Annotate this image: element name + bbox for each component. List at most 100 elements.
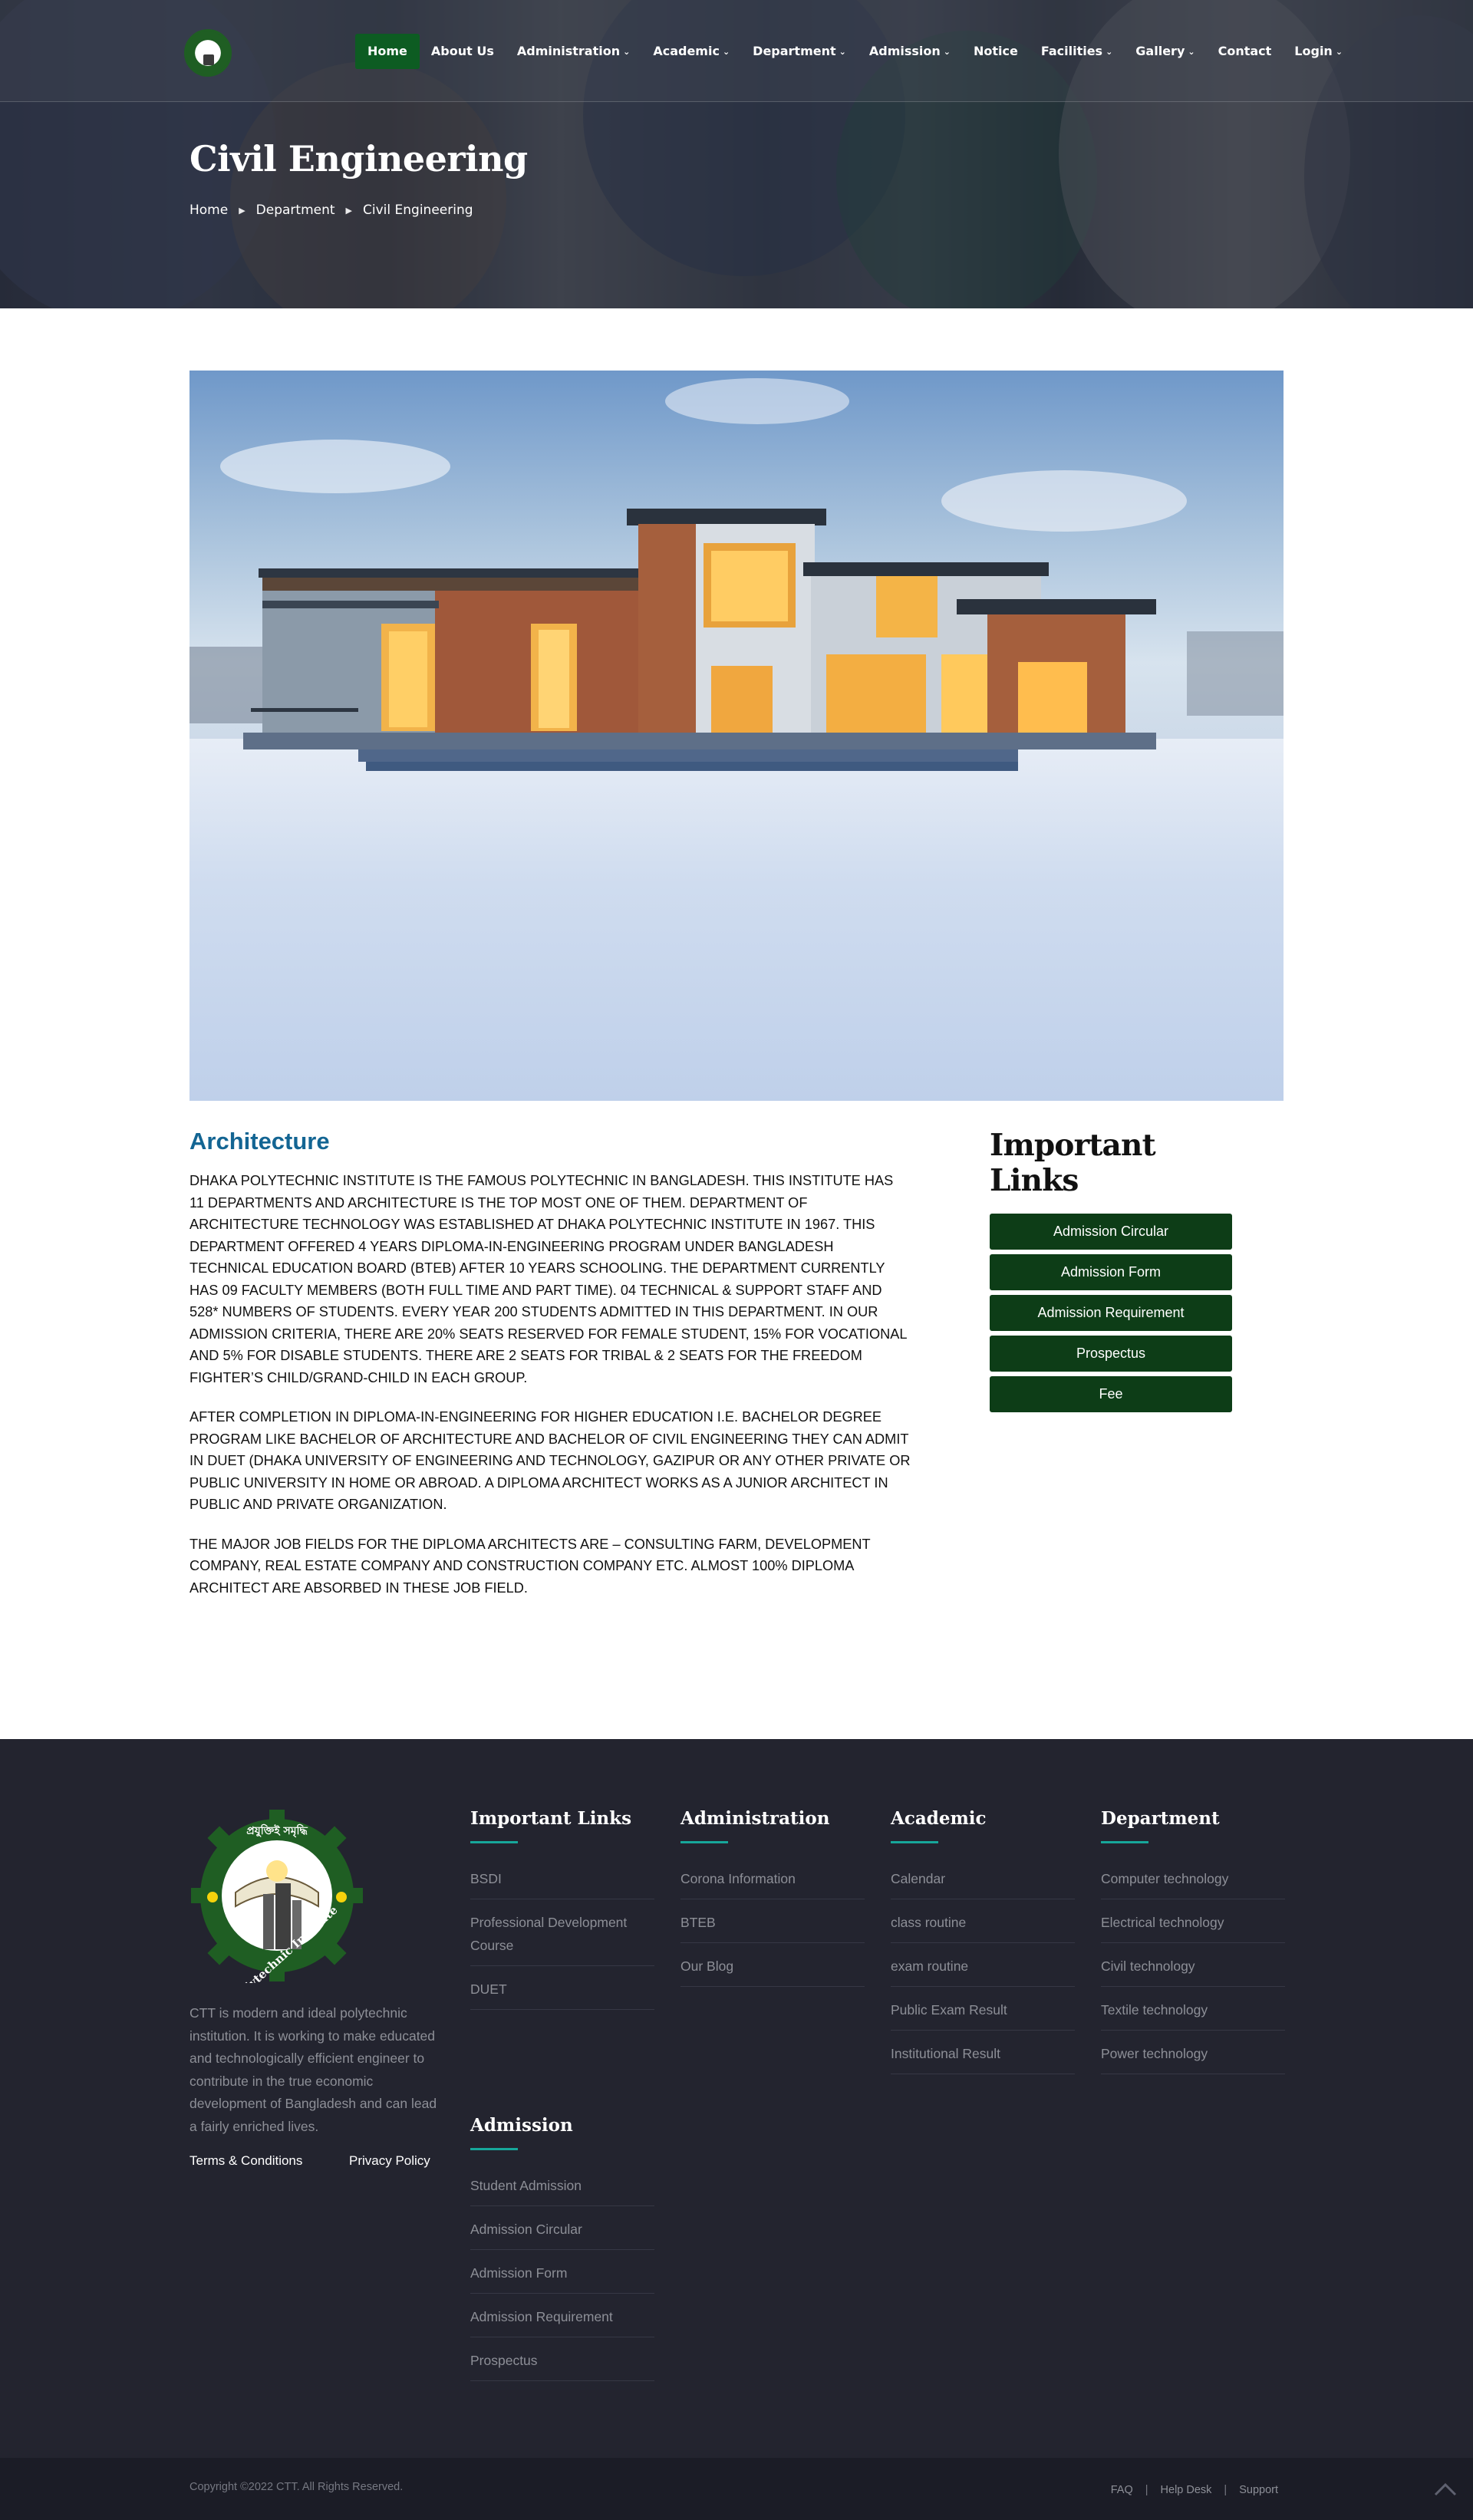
nav-item-academic[interactable]: Academic ⌄ xyxy=(641,34,741,69)
footer-col-academic: Academic Calendar class routine exam rou… xyxy=(891,1808,1075,2084)
footer-link[interactable]: DUET xyxy=(470,1975,654,2010)
footer-col-title: Important Links xyxy=(470,1808,632,1829)
breadcrumb-current: Civil Engineering xyxy=(363,203,473,218)
site-logo[interactable] xyxy=(184,29,232,77)
link-divider: | xyxy=(1145,2484,1148,2496)
footer-link[interactable]: Power technology xyxy=(1101,2040,1285,2074)
title-underline xyxy=(680,1841,728,1843)
footer-link[interactable]: BTEB xyxy=(680,1909,865,1943)
prospectus-button[interactable]: Prospectus xyxy=(990,1336,1232,1372)
logo-motto: প্রযুক্তিই সমৃদ্ধি xyxy=(246,1823,308,1838)
footer-link[interactable]: Our Blog xyxy=(680,1952,865,1987)
footer-link[interactable]: exam routine xyxy=(891,1952,1075,1987)
footer-col-important-links: Important Links BSDI Professional Develo… xyxy=(470,1808,654,2019)
nav-item-facilities[interactable]: Facilities ⌄ xyxy=(1030,34,1124,69)
page-title: Civil Engineering xyxy=(189,138,528,180)
institute-logo: প্রযুক্তিই সমৃদ্ধি CTT Polytechnic Insti… xyxy=(191,1810,363,1983)
footer-col-title: Admission xyxy=(470,2115,573,2136)
sidebar-title: Important Links xyxy=(990,1128,1156,1198)
title-underline xyxy=(1101,1841,1148,1843)
nav-item-label: Gallery xyxy=(1135,44,1185,58)
back-to-top-chevron-icon[interactable] xyxy=(1431,2475,1460,2504)
breadcrumb-arrow-icon: ▶ xyxy=(239,205,246,216)
nav-item-label: Department xyxy=(753,44,836,58)
title-underline xyxy=(470,1841,518,1843)
site-footer: প্রযুক্তিই সমৃদ্ধি CTT Polytechnic Insti… xyxy=(0,1739,1473,2458)
modern-house-illustration xyxy=(189,509,1284,771)
support-link[interactable]: Support xyxy=(1239,2484,1278,2496)
nav-item-label: Notice xyxy=(973,44,1018,58)
nav-item-gallery[interactable]: Gallery ⌄ xyxy=(1124,34,1206,69)
department-hero-image xyxy=(189,371,1284,1101)
footer-link[interactable]: Student Admission xyxy=(470,2172,654,2206)
caret-down-icon: ⌄ xyxy=(943,47,951,57)
footer-link[interactable]: Corona Information xyxy=(680,1865,865,1899)
footer-col-admission: Admission Student Admission Admission Ci… xyxy=(470,2115,654,2390)
privacy-link[interactable]: Privacy Policy xyxy=(349,2153,430,2169)
footer-legal-links: Terms & Conditions Privacy Policy xyxy=(189,2153,430,2169)
nav-item-label: About Us xyxy=(430,44,494,58)
footer-link[interactable]: Textile technology xyxy=(1101,1996,1285,2031)
copyright-bar: Copyright ©2022 CTT. All Rights Reserved… xyxy=(0,2458,1473,2520)
main-navbar: Home About Us Administration ⌄ Academic ⌄ Depa… xyxy=(0,0,1473,102)
footer-link[interactable]: Admission Circular xyxy=(470,2215,654,2250)
footer-link[interactable]: class routine xyxy=(891,1909,1075,1943)
title-underline xyxy=(470,2148,518,2150)
nav-item-notice[interactable]: Notice xyxy=(962,34,1030,69)
faq-link[interactable]: FAQ xyxy=(1111,2484,1133,2496)
breadcrumb: Home ▶ Department ▶ Civil Engineering xyxy=(189,203,473,218)
footer-col-department: Department Computer technology Electrica… xyxy=(1101,1808,1285,2084)
footer-link[interactable]: Public Exam Result xyxy=(891,1996,1075,2031)
caret-down-icon: ⌄ xyxy=(1188,47,1195,57)
title-underline xyxy=(891,1841,938,1843)
copyright-text: Copyright ©2022 CTT. All Rights Reserved… xyxy=(189,2481,404,2493)
nav-item-home[interactable]: Home xyxy=(355,34,420,69)
admission-circular-button[interactable]: Admission Circular xyxy=(990,1214,1232,1250)
footer-col-title: Department xyxy=(1101,1808,1220,1829)
caret-down-icon: ⌄ xyxy=(722,47,730,57)
caret-down-icon: ⌄ xyxy=(623,47,631,57)
department-description: Architecture DHAKA POLYTECHNIC INSTITUTE… xyxy=(189,1128,911,1616)
footer-link[interactable]: Professional Development Course xyxy=(470,1909,654,1966)
footer-about-text: CTT is modern and ideal polytechnic inst… xyxy=(189,2005,437,2134)
important-links-sidebar: Important Links Admission Circular Admis… xyxy=(990,1128,1232,1417)
nav-item-contact[interactable]: Contact xyxy=(1207,34,1284,69)
primary-nav: Home About Us Administration ⌄ Academic ⌄ Depa… xyxy=(355,34,1354,69)
nav-item-label: Login xyxy=(1294,44,1333,58)
admission-form-button[interactable]: Admission Form xyxy=(990,1254,1232,1290)
terms-link[interactable]: Terms & Conditions xyxy=(189,2153,349,2169)
nav-item-label: Facilities xyxy=(1040,44,1103,58)
footer-link[interactable]: Civil technology xyxy=(1101,1952,1285,1987)
nav-item-label: Contact xyxy=(1218,44,1272,58)
footer-col-title: Academic xyxy=(891,1808,987,1829)
description-paragraph: THE MAJOR JOB FIELDS FOR THE DIPLOMA ARC… xyxy=(189,1536,871,1596)
nav-item-about-us[interactable]: About Us xyxy=(420,34,506,69)
footer-link[interactable]: BSDI xyxy=(470,1865,654,1899)
footer-link[interactable]: Institutional Result xyxy=(891,2040,1075,2074)
fee-button[interactable]: Fee xyxy=(990,1376,1232,1412)
footer-link[interactable]: Electrical technology xyxy=(1101,1909,1285,1943)
nav-item-label: Admission xyxy=(868,44,941,58)
nav-item-admission[interactable]: Admission ⌄ xyxy=(858,34,962,69)
help-desk-link[interactable]: Help Desk xyxy=(1161,2484,1212,2496)
footer-link[interactable]: Admission Requirement xyxy=(470,2303,654,2337)
nav-item-label: Home xyxy=(367,44,407,58)
caret-down-icon: ⌄ xyxy=(839,47,846,57)
footer-col-administration: Administration Corona Information BTEB O… xyxy=(680,1808,865,1996)
nav-item-department[interactable]: Department ⌄ xyxy=(741,34,858,69)
caret-down-icon: ⌄ xyxy=(1335,47,1343,57)
footer-link[interactable]: Computer technology xyxy=(1101,1865,1285,1899)
breadcrumb-department-link[interactable]: Department xyxy=(256,203,335,218)
description-paragraph: AFTER COMPLETION IN DIPLOMA-IN-ENGINEERI… xyxy=(189,1409,911,1512)
section-heading: Architecture xyxy=(189,1128,330,1155)
breadcrumb-arrow-icon: ▶ xyxy=(345,205,353,216)
nav-item-administration[interactable]: Administration ⌄ xyxy=(506,34,641,69)
link-divider: | xyxy=(1224,2484,1228,2496)
footer-link[interactable]: Calendar xyxy=(891,1865,1075,1899)
footer-link[interactable]: Admission Form xyxy=(470,2259,654,2294)
nav-item-label: Academic xyxy=(653,44,720,58)
breadcrumb-home-link[interactable]: Home xyxy=(189,203,228,218)
nav-item-login[interactable]: Login ⌄ xyxy=(1283,34,1354,69)
admission-requirement-button[interactable]: Admission Requirement xyxy=(990,1295,1232,1331)
footer-link[interactable]: Prospectus xyxy=(470,2347,654,2381)
